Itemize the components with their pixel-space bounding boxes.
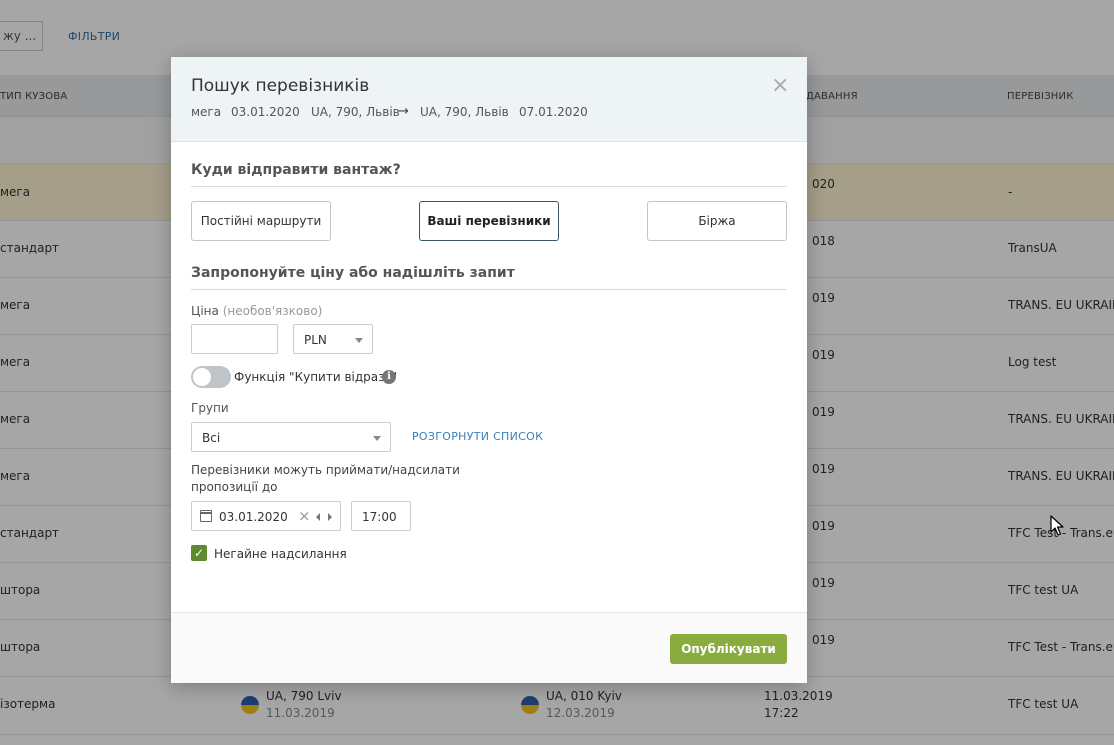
arrow-right-icon: → <box>398 104 409 119</box>
deadline-label-line1: Перевізники можуть приймати/надсилати <box>191 463 460 477</box>
groups-label: Групи <box>191 401 229 415</box>
currency-select[interactable]: PLN <box>293 324 373 354</box>
expand-list-link[interactable]: РОЗГОРНУТИ СПИСОК <box>412 430 543 443</box>
clear-icon[interactable]: × <box>298 507 311 525</box>
info-destination: UA, 790, Львів <box>420 105 509 119</box>
deadline-time-input[interactable]: 17:00 <box>351 501 411 531</box>
info-icon[interactable]: i <box>382 370 396 384</box>
close-icon[interactable]: × <box>771 75 789 97</box>
section-divider <box>191 289 787 290</box>
chevron-down-icon <box>355 338 363 343</box>
arrow-right-icon[interactable] <box>328 513 332 521</box>
info-date-from: 03.01.2020 <box>231 105 300 119</box>
info-body-type: мега <box>191 105 222 119</box>
regular-routes-button[interactable]: Постійні маршрути <box>191 201 331 241</box>
section-title-send: Куди відправити вантаж? <box>191 162 401 178</box>
chevron-down-icon <box>373 436 381 441</box>
mouse-cursor-icon <box>1050 515 1064 536</box>
price-label-hint: (необов'язково) <box>222 304 323 318</box>
immediate-send-checkbox[interactable]: ✓ <box>191 545 207 561</box>
exchange-button[interactable]: Біржа <box>647 201 787 241</box>
buy-now-toggle[interactable] <box>191 366 231 388</box>
calendar-icon[interactable] <box>200 510 212 522</box>
toggle-knob <box>193 368 211 386</box>
deadline-label-line2: пропозиції до <box>191 480 278 494</box>
deadline-date-picker[interactable]: 03.01.2020 × <box>191 501 341 531</box>
price-label: Ціна (необов'язково) <box>191 304 322 318</box>
carrier-search-dialog: Пошук перевізників × мега 03.01.2020 UA,… <box>171 57 807 683</box>
section-title-offer: Запропонуйте ціну або надішліть запит <box>191 265 515 281</box>
dialog-header: Пошук перевізників × мега 03.01.2020 UA,… <box>171 57 807 142</box>
section-divider <box>191 186 787 187</box>
publish-button[interactable]: Опублікувати <box>670 634 787 664</box>
info-origin: UA, 790, Львів <box>311 105 400 119</box>
deadline-date-value: 03.01.2020 <box>219 510 288 524</box>
groups-value: Всі <box>202 431 221 445</box>
dialog-title: Пошук перевізників <box>191 76 370 96</box>
currency-value: PLN <box>304 333 327 347</box>
deadline-time-value: 17:00 <box>362 510 397 524</box>
price-input[interactable] <box>191 324 278 354</box>
groups-select[interactable]: Всі <box>191 422 391 452</box>
info-date-to: 07.01.2020 <box>519 105 588 119</box>
your-carriers-button[interactable]: Ваші перевізники <box>419 201 559 241</box>
dialog-footer: Опублікувати <box>171 612 807 683</box>
arrow-left-icon[interactable] <box>316 513 320 521</box>
buy-now-label: Функція "Купити відразу" <box>234 370 398 384</box>
price-label-text: Ціна <box>191 304 219 318</box>
immediate-send-label[interactable]: Негайне надсилання <box>214 547 347 561</box>
